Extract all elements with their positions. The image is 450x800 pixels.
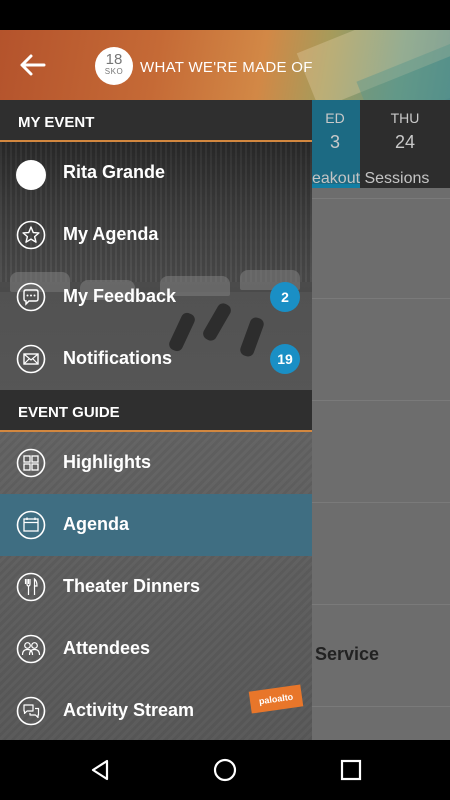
menu-item-my-agenda[interactable]: My Agenda xyxy=(0,204,312,266)
menu-item-highlights[interactable]: Highlights xyxy=(0,432,312,494)
menu-item-label: Notifications xyxy=(63,348,173,368)
menu-item-label: My Feedback xyxy=(63,286,177,306)
calendar-icon xyxy=(16,510,46,540)
chat-bubbles-icon xyxy=(16,696,46,726)
recents-square-icon[interactable] xyxy=(338,757,364,783)
header-title: WHAT WE'RE MADE OF xyxy=(140,59,313,76)
divider xyxy=(312,706,450,707)
back-arrow-icon[interactable] xyxy=(18,50,50,80)
day-number: 24 xyxy=(394,132,416,152)
day-number: 3 xyxy=(329,132,340,152)
menu-item-label: Highlights xyxy=(63,452,151,472)
day-name: ED xyxy=(325,110,345,126)
fork-knife-icon xyxy=(16,572,46,602)
menu-item-label: My Agenda xyxy=(63,224,159,244)
menu-item-profile[interactable]: Rita Grande xyxy=(0,142,312,204)
divider xyxy=(312,604,450,605)
menu-item-label: Activity Stream xyxy=(63,700,195,720)
people-icon xyxy=(16,634,46,664)
section-header-event-guide: EVENT GUIDE xyxy=(0,390,312,432)
day-name: THU xyxy=(390,110,420,126)
session-title[interactable]: Service xyxy=(315,644,379,665)
divider xyxy=(312,298,450,299)
menu-item-attendees[interactable]: Attendees xyxy=(0,618,312,680)
logo-sub: SKO xyxy=(104,67,124,76)
divider xyxy=(312,502,450,503)
navigation-drawer: MY EVENT Rita Grande My Agenda My Feedba… xyxy=(0,100,312,740)
grid-icon xyxy=(16,448,46,478)
header-photo: Rita Grande My Agenda My Feedback 2 Noti… xyxy=(0,142,312,390)
menu-item-agenda[interactable]: Agenda xyxy=(0,494,312,556)
section-title: EVENT GUIDE xyxy=(18,404,120,421)
chat-icon xyxy=(16,282,46,312)
menu-item-notifications[interactable]: Notifications 19 xyxy=(0,328,312,390)
menu-item-theater-dinners[interactable]: Theater Dinners xyxy=(0,556,312,618)
session-category-text[interactable]: eakout Sessions xyxy=(312,170,429,188)
menu-item-my-feedback[interactable]: My Feedback 2 xyxy=(0,266,312,328)
section-header-my-event: MY EVENT xyxy=(0,100,312,142)
event-logo: 18 SKO xyxy=(95,47,133,85)
feedback-count-badge: 2 xyxy=(270,282,300,312)
system-navigation-bar xyxy=(0,740,450,800)
back-triangle-icon[interactable] xyxy=(87,757,113,783)
divider xyxy=(312,400,450,401)
envelope-icon xyxy=(16,344,46,374)
app-header: 18 SKO WHAT WE'RE MADE OF xyxy=(0,30,450,100)
avatar xyxy=(16,160,46,190)
home-circle-icon[interactable] xyxy=(212,757,238,783)
notifications-count-badge: 19 xyxy=(270,344,300,374)
logo-number: 18 xyxy=(105,51,123,68)
status-bar xyxy=(0,0,450,30)
divider xyxy=(312,198,450,199)
menu-item-label: Theater Dinners xyxy=(63,576,201,596)
menu-item-label: Attendees xyxy=(63,638,151,658)
menu-item-label: Rita Grande xyxy=(63,162,166,182)
section-title: MY EVENT xyxy=(18,114,95,131)
menu-item-label: Agenda xyxy=(63,514,130,534)
star-icon xyxy=(16,220,46,250)
